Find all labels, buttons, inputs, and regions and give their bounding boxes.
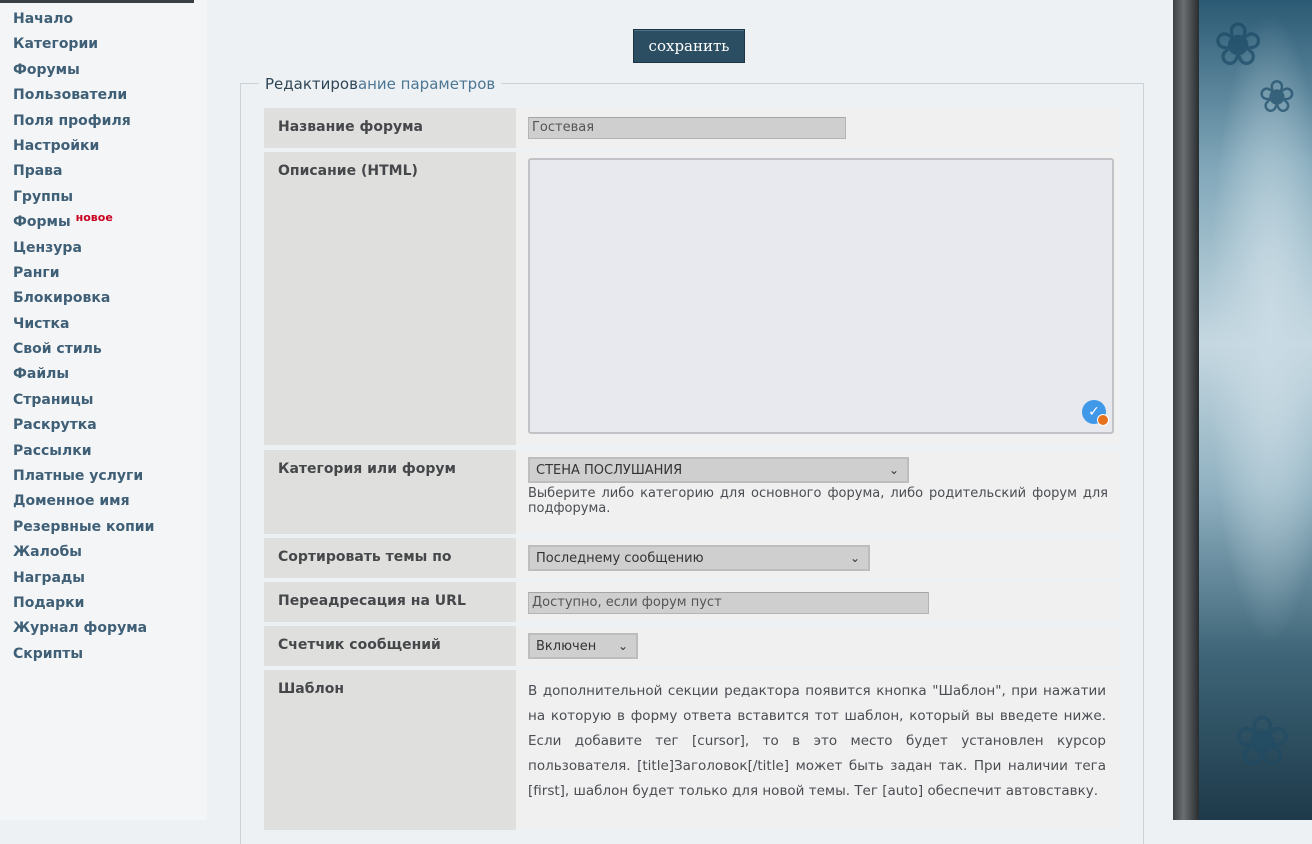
save-button[interactable]: сохранить xyxy=(633,29,745,63)
sidebar-item-label: Формы xyxy=(13,214,71,231)
sidebar-item-label: Свой стиль xyxy=(13,341,102,358)
sidebar: Начало Категории Форумы Пользователи Поля пр… xyxy=(0,0,207,820)
sidebar-item-label: Поля профиля xyxy=(13,112,131,129)
sidebar-item[interactable]: Доменное имя xyxy=(13,492,154,517)
sidebar-item-label: Блокировка xyxy=(13,290,111,307)
category-label: Категория или форум xyxy=(264,450,516,534)
sidebar-item[interactable]: Резервные копии xyxy=(13,518,154,543)
sidebar-item[interactable]: Права xyxy=(13,162,154,187)
sidebar-item[interactable]: Настройки xyxy=(13,137,154,162)
category-select[interactable]: СТЕНА ПОСЛУШАНИЯ ⌄ xyxy=(528,457,909,483)
sidebar-item-label: Страницы xyxy=(13,391,94,408)
template-help: В дополнительной секции редактора появит… xyxy=(528,683,1106,799)
sidebar-item[interactable]: Группы xyxy=(13,188,154,213)
sidebar-nav: Начало Категории Форумы Пользователи Поля пр… xyxy=(13,10,154,670)
sidebar-top-border xyxy=(0,0,194,3)
sort-selected: Последнему сообщению xyxy=(536,551,704,566)
sidebar-item[interactable]: Платные услуги xyxy=(13,467,154,492)
counter-label: Счетчик сообщений xyxy=(264,626,516,666)
sidebar-item[interactable]: Категории xyxy=(13,35,154,60)
sidebar-item-label: Права xyxy=(13,163,63,180)
sidebar-item-label: Группы xyxy=(13,188,74,205)
sort-select[interactable]: Последнему сообщению ⌄ xyxy=(528,545,870,571)
redirect-label: Переадресация на URL xyxy=(264,582,516,622)
counter-selected: Включен xyxy=(536,639,597,654)
page-border-frame xyxy=(1173,0,1199,820)
main-content: сохранить Редактирование параметров Назв… xyxy=(207,0,1173,844)
sidebar-item[interactable]: Формы новое xyxy=(13,211,154,238)
sidebar-item-label: Жалобы xyxy=(13,544,82,561)
sidebar-item-label: Пользователи xyxy=(13,87,128,104)
template-label: Шаблон xyxy=(264,670,516,830)
sidebar-item[interactable]: Жалобы xyxy=(13,543,154,568)
chevron-down-icon: ⌄ xyxy=(849,551,860,565)
leaf-icon: ❀ xyxy=(1233,700,1292,782)
row-forum-name: Название форума Гостевая xyxy=(264,108,1119,148)
sidebar-item-label: Журнал форума xyxy=(13,620,148,637)
sidebar-item-label: Доменное имя xyxy=(13,493,130,510)
forum-name-input[interactable]: Гостевая xyxy=(528,117,846,139)
sidebar-item[interactable]: Блокировка xyxy=(13,289,154,314)
sidebar-item[interactable]: Поля профиля xyxy=(13,112,154,137)
chevron-down-icon: ⌄ xyxy=(888,463,899,477)
sidebar-item[interactable]: Файлы xyxy=(13,365,154,390)
category-selected: СТЕНА ПОСЛУШАНИЯ xyxy=(536,463,683,478)
new-badge: новое xyxy=(75,211,113,225)
sidebar-item-label: Форумы xyxy=(13,61,80,78)
fieldset-legend: Редактирование параметров xyxy=(259,75,502,93)
sidebar-item[interactable]: Скрипты xyxy=(13,645,154,670)
sidebar-item-label: Рассылки xyxy=(13,442,92,459)
sidebar-item-label: Скрипты xyxy=(13,645,84,662)
sidebar-item[interactable]: Раскрутка xyxy=(13,416,154,441)
sidebar-item-label: Платные услуги xyxy=(13,468,144,485)
sidebar-item[interactable]: Подарки xyxy=(13,594,154,619)
sort-label: Сортировать темы по xyxy=(264,538,516,578)
sidebar-item[interactable]: Цензура xyxy=(13,239,154,264)
sidebar-item[interactable]: Награды xyxy=(13,569,154,594)
sidebar-item[interactable]: Форумы xyxy=(13,61,154,86)
sidebar-item-label: Награды xyxy=(13,569,85,586)
chevron-down-icon: ⌄ xyxy=(617,639,628,653)
sidebar-item[interactable]: Ранги xyxy=(13,264,154,289)
sidebar-item-label: Чистка xyxy=(13,315,70,332)
description-label: Описание (HTML) xyxy=(264,152,516,445)
sidebar-item-label: Резервные копии xyxy=(13,518,155,535)
check-circle-icon[interactable]: ✓ xyxy=(1082,400,1109,426)
sidebar-item[interactable]: Начало xyxy=(13,10,154,35)
legend-text: Редактиров xyxy=(265,75,358,93)
sidebar-item[interactable]: Рассылки xyxy=(13,442,154,467)
sidebar-item-label: Раскрутка xyxy=(13,417,97,434)
sidebar-item-label: Цензура xyxy=(13,239,82,256)
counter-select[interactable]: Включен ⌄ xyxy=(528,633,638,659)
sidebar-item-label: Файлы xyxy=(13,366,70,383)
legend-text-accent: ание параметров xyxy=(357,75,496,93)
sidebar-item-label: Подарки xyxy=(13,594,85,611)
sidebar-item[interactable]: Пользователи xyxy=(13,86,154,111)
row-template: Шаблон В дополнительной секции редактора… xyxy=(264,670,1119,830)
row-category: Категория или форум СТЕНА ПОСЛУШАНИЯ ⌄ В… xyxy=(264,450,1119,534)
sidebar-item[interactable]: Журнал форума xyxy=(13,619,154,644)
sidebar-item[interactable]: Страницы xyxy=(13,391,154,416)
row-counter: Счетчик сообщений Включен ⌄ xyxy=(264,626,1119,666)
sidebar-item[interactable]: Чистка xyxy=(13,315,154,340)
row-description: Описание (HTML) ✓ xyxy=(264,152,1119,445)
description-textarea[interactable] xyxy=(528,158,1114,434)
status-dot-icon xyxy=(1097,414,1109,426)
sidebar-item-label: Категории xyxy=(13,36,99,53)
sidebar-item-label: Начало xyxy=(13,11,74,27)
leaf-icon: ❀ xyxy=(1258,70,1296,123)
sidebar-item[interactable]: Свой стиль xyxy=(13,340,154,365)
sidebar-item-label: Настройки xyxy=(13,137,100,154)
redirect-url-input[interactable]: Доступно, если форум пуст xyxy=(528,592,929,614)
background-artwork: ❀ ❀ ❀ xyxy=(1173,0,1312,820)
category-help: Выберите либо категорию для основного фо… xyxy=(528,486,1108,516)
sidebar-item-label: Ранги xyxy=(13,264,60,281)
row-sort: Сортировать темы по Последнему сообщению… xyxy=(264,538,1119,578)
leaf-icon: ❀ xyxy=(1213,10,1264,80)
forum-name-label: Название форума xyxy=(264,108,516,148)
row-redirect: Переадресация на URL Доступно, если фору… xyxy=(264,582,1119,622)
